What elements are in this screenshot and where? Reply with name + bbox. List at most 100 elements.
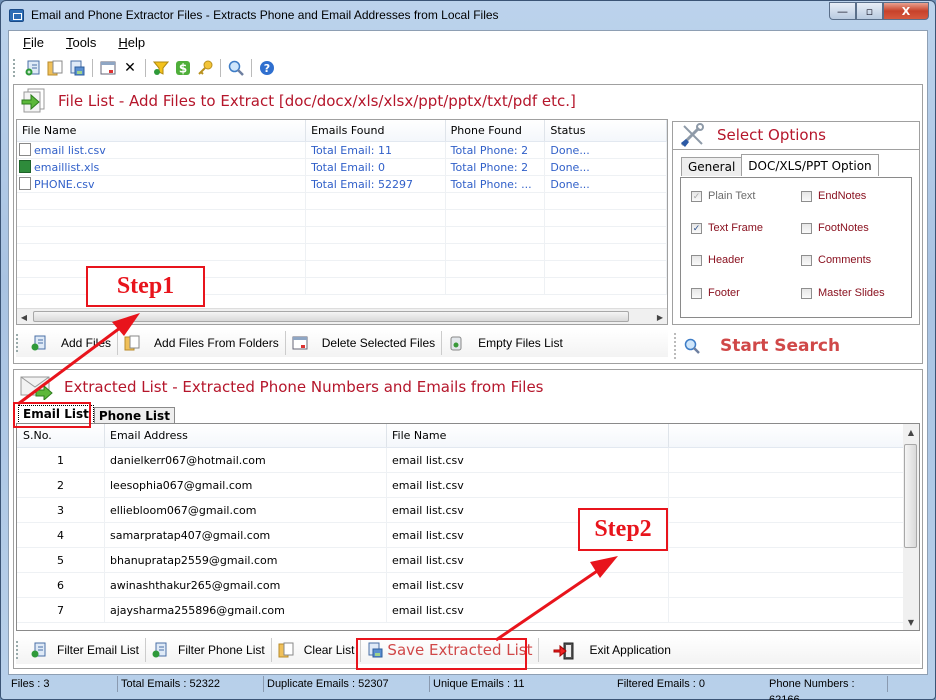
scroll-right-icon[interactable]: ▶ xyxy=(653,309,667,324)
option-header[interactable]: Header xyxy=(691,254,744,266)
help-icon[interactable]: ? xyxy=(258,59,276,77)
tools-wrench-icon xyxy=(679,123,707,147)
toolbar-separator xyxy=(220,59,221,77)
close-button[interactable]: X xyxy=(883,2,929,20)
maximize-button[interactable]: ▫ xyxy=(856,2,883,20)
status-phone-numbers: Phone Numbers : 62166 xyxy=(766,676,888,700)
menu-bar: File Tools Help xyxy=(9,31,927,53)
empty-row xyxy=(17,227,667,244)
phones-found: Total Phone: ... xyxy=(446,176,546,192)
endnotes-checkbox[interactable] xyxy=(801,190,812,202)
filter-phone-list-button[interactable]: Filter Phone List xyxy=(146,638,272,662)
column-phone-found[interactable]: Phone Found xyxy=(446,120,546,141)
filter-phone-list-label: Filter Phone List xyxy=(178,643,265,657)
footnotes-checkbox[interactable] xyxy=(801,222,812,234)
select-options-header: Select Options xyxy=(673,122,826,148)
scroll-up-icon[interactable]: ▲ xyxy=(904,424,918,440)
save-icon[interactable] xyxy=(68,59,86,77)
toolbar-separator xyxy=(145,59,146,77)
column-status[interactable]: Status xyxy=(545,120,667,141)
tab-phone-list[interactable]: Phone List xyxy=(93,407,175,424)
menu-tools[interactable]: Tools xyxy=(66,35,96,50)
add-folder-icon[interactable] xyxy=(46,59,64,77)
start-search-button[interactable]: Start Search xyxy=(674,333,920,359)
envelope-arrow-icon xyxy=(20,374,54,402)
column-file-name[interactable]: File Name xyxy=(387,424,669,447)
scroll-thumb[interactable] xyxy=(33,311,629,322)
scroll-thumb[interactable] xyxy=(904,444,917,548)
delete-files-icon[interactable] xyxy=(99,59,117,77)
maximize-icon: ▫ xyxy=(865,4,874,18)
email-row[interactable]: 4 samarpratap407@gmail.com email list.csv xyxy=(17,523,919,548)
title-bar[interactable]: Email and Phone Extractor Files - Extrac… xyxy=(1,1,935,31)
empty-row xyxy=(17,210,667,227)
tab-general[interactable]: General xyxy=(681,157,743,176)
empty-cell xyxy=(669,548,905,572)
minimize-button[interactable]: — xyxy=(829,2,856,20)
column-emails-found[interactable]: Emails Found xyxy=(306,120,446,141)
file-list-section: File List - Add Files to Extract [doc/do… xyxy=(13,84,923,364)
exit-application-button[interactable]: Exit Application xyxy=(539,638,676,662)
clear-x-icon[interactable]: ✕ xyxy=(121,59,139,77)
option-comments[interactable]: Comments xyxy=(801,254,871,266)
option-plain-text[interactable]: ✓ Plain Text xyxy=(691,190,756,202)
footer-checkbox[interactable] xyxy=(691,287,702,299)
clear-list-button[interactable]: Clear List xyxy=(272,638,362,662)
file-row[interactable]: emaillist.xls Total Email: 0 Total Phone… xyxy=(17,159,667,176)
email-address: bhanupratap2559@gmail.com xyxy=(105,548,387,572)
buy-dollar-icon[interactable]: $ xyxy=(174,59,192,77)
emails-found: Total Email: 11 xyxy=(306,142,446,158)
add-files-from-folders-button[interactable]: Add Files From Folders xyxy=(118,331,286,355)
file-status: Done... xyxy=(545,142,667,158)
file-row[interactable]: email list.csv Total Email: 11 Total Pho… xyxy=(17,142,667,159)
email-row[interactable]: 2 leesophia067@gmail.com email list.csv xyxy=(17,473,919,498)
menu-file[interactable]: File xyxy=(23,35,44,50)
email-row[interactable]: 3 elliebloom067@gmail.com email list.csv xyxy=(17,498,919,523)
email-row[interactable]: 5 bhanupratap2559@gmail.com email list.csv xyxy=(17,548,919,573)
option-master-slides[interactable]: Master Slides xyxy=(801,287,885,299)
email-row[interactable]: 7 ajaysharma255896@gmail.com email list.cs… xyxy=(17,598,919,623)
option-footnotes[interactable]: FootNotes xyxy=(801,222,869,234)
email-address: ajaysharma255896@gmail.com xyxy=(105,598,387,622)
toolbar-grip[interactable] xyxy=(13,59,16,77)
filter-icon[interactable] xyxy=(152,59,170,77)
menu-file-access-key: F xyxy=(23,34,31,50)
text-frame-checkbox[interactable]: ✓ xyxy=(691,222,702,234)
extracted-list-header: Extracted List - Extracted Phone Numbers… xyxy=(14,372,544,402)
master-slides-checkbox[interactable] xyxy=(801,287,812,299)
empty-files-list-button[interactable]: Empty Files List xyxy=(442,331,569,355)
file-list-header: File List - Add Files to Extract [doc/do… xyxy=(14,85,576,117)
filter-email-list-button[interactable]: Filter Email List xyxy=(25,638,147,662)
email-list-vscrollbar[interactable]: ▲ ▼ xyxy=(903,424,919,630)
email-sno: 7 xyxy=(17,598,105,622)
email-row[interactable]: 1 danielkerr067@hotmail.com email list.csv xyxy=(17,448,919,473)
key-icon[interactable] xyxy=(196,59,214,77)
footer-label: Footer xyxy=(708,287,740,299)
email-row[interactable]: 6 awinashthakur265@gmail.com email list.cs… xyxy=(17,573,919,598)
column-email-address[interactable]: Email Address xyxy=(105,424,387,447)
search-icon[interactable] xyxy=(227,59,245,77)
file-row[interactable]: PHONE.csv Total Email: 52297 Total Phone… xyxy=(17,176,667,193)
option-footer[interactable]: Footer xyxy=(691,287,740,299)
file-list-hscrollbar[interactable]: ◀ ▶ xyxy=(17,308,667,324)
header-checkbox[interactable] xyxy=(691,254,702,266)
add-files-icon[interactable] xyxy=(24,59,42,77)
select-options-panel: Select Options General DOC/XLS/PPT Optio… xyxy=(672,121,920,325)
delete-selected-files-button[interactable]: Delete Selected Files xyxy=(286,331,443,355)
option-endnotes[interactable]: EndNotes xyxy=(801,190,866,202)
menu-file-label: ile xyxy=(30,34,44,50)
comments-label: Comments xyxy=(818,254,872,266)
scroll-left-icon[interactable]: ◀ xyxy=(17,309,31,324)
email-file-name: email list.csv xyxy=(387,548,669,572)
clear-list-icon xyxy=(278,642,294,658)
email-address: danielkerr067@hotmail.com xyxy=(105,448,387,472)
menu-help[interactable]: Help xyxy=(118,35,145,50)
scroll-down-icon[interactable]: ▼ xyxy=(904,614,918,630)
add-files-button[interactable]: Add Files xyxy=(25,331,119,355)
comments-checkbox[interactable] xyxy=(801,254,812,266)
email-file-name: email list.csv xyxy=(387,573,669,597)
column-file-name[interactable]: File Name xyxy=(17,120,307,141)
plain-text-checkbox[interactable]: ✓ xyxy=(691,190,702,202)
tab-doc-xls-ppt-option[interactable]: DOC/XLS/PPT Option xyxy=(741,154,879,176)
option-text-frame[interactable]: ✓ Text Frame xyxy=(691,222,763,234)
